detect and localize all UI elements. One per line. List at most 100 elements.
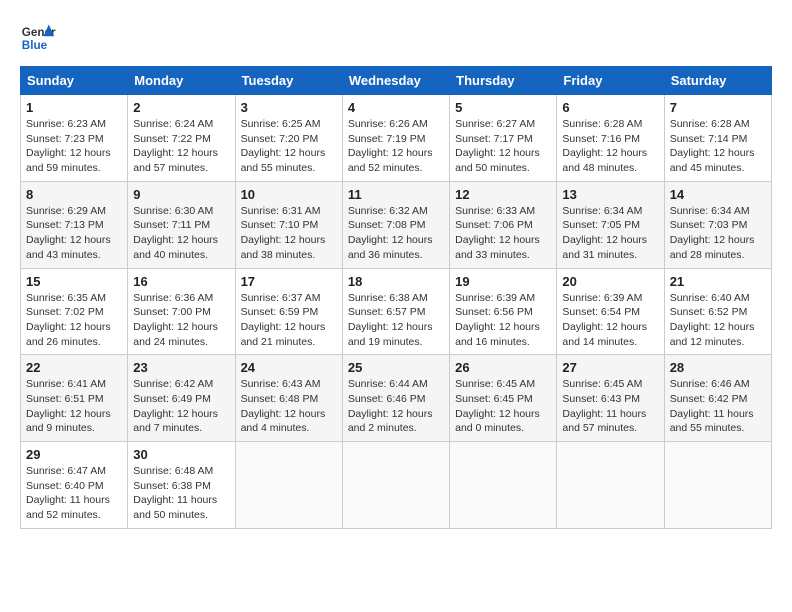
calendar-cell bbox=[664, 442, 771, 529]
day-info: Sunrise: 6:38 AM Sunset: 6:57 PM Dayligh… bbox=[348, 291, 444, 350]
day-number: 7 bbox=[670, 100, 766, 115]
day-info: Sunrise: 6:23 AM Sunset: 7:23 PM Dayligh… bbox=[26, 117, 122, 176]
logo-icon: General Blue bbox=[20, 20, 56, 56]
day-info: Sunrise: 6:34 AM Sunset: 7:03 PM Dayligh… bbox=[670, 204, 766, 263]
day-info: Sunrise: 6:28 AM Sunset: 7:16 PM Dayligh… bbox=[562, 117, 658, 176]
day-info: Sunrise: 6:46 AM Sunset: 6:42 PM Dayligh… bbox=[670, 377, 766, 436]
calendar-cell: 7 Sunrise: 6:28 AM Sunset: 7:14 PM Daylig… bbox=[664, 95, 771, 182]
day-info: Sunrise: 6:34 AM Sunset: 7:05 PM Dayligh… bbox=[562, 204, 658, 263]
day-number: 30 bbox=[133, 447, 229, 462]
calendar-week-row-5: 29 Sunrise: 6:47 AM Sunset: 6:40 PM Dayli… bbox=[21, 442, 772, 529]
calendar-cell: 24 Sunrise: 6:43 AM Sunset: 6:48 PM Dayli… bbox=[235, 355, 342, 442]
calendar-cell: 30 Sunrise: 6:48 AM Sunset: 6:38 PM Dayli… bbox=[128, 442, 235, 529]
day-info: Sunrise: 6:45 AM Sunset: 6:45 PM Dayligh… bbox=[455, 377, 551, 436]
calendar-cell: 9 Sunrise: 6:30 AM Sunset: 7:11 PM Daylig… bbox=[128, 181, 235, 268]
calendar-week-row-1: 1Sunrise: 6:23 AM Sunset: 7:23 PM Daylig… bbox=[21, 95, 772, 182]
day-number: 3 bbox=[241, 100, 337, 115]
calendar-cell: 22Sunrise: 6:41 AM Sunset: 6:51 PM Dayli… bbox=[21, 355, 128, 442]
day-number: 22 bbox=[26, 360, 122, 375]
calendar-cell: 27 Sunrise: 6:45 AM Sunset: 6:43 PM Dayli… bbox=[557, 355, 664, 442]
weekday-header-saturday: Saturday bbox=[664, 67, 771, 95]
day-info: Sunrise: 6:24 AM Sunset: 7:22 PM Dayligh… bbox=[133, 117, 229, 176]
day-info: Sunrise: 6:45 AM Sunset: 6:43 PM Dayligh… bbox=[562, 377, 658, 436]
calendar-cell: 2Sunrise: 6:24 AM Sunset: 7:22 PM Daylig… bbox=[128, 95, 235, 182]
calendar-cell: 25 Sunrise: 6:44 AM Sunset: 6:46 PM Dayli… bbox=[342, 355, 449, 442]
calendar-cell: 23 Sunrise: 6:42 AM Sunset: 6:49 PM Dayli… bbox=[128, 355, 235, 442]
weekday-header-wednesday: Wednesday bbox=[342, 67, 449, 95]
day-number: 10 bbox=[241, 187, 337, 202]
day-number: 23 bbox=[133, 360, 229, 375]
day-number: 14 bbox=[670, 187, 766, 202]
day-info: Sunrise: 6:44 AM Sunset: 6:46 PM Dayligh… bbox=[348, 377, 444, 436]
calendar-cell: 11 Sunrise: 6:32 AM Sunset: 7:08 PM Dayli… bbox=[342, 181, 449, 268]
day-number: 8 bbox=[26, 187, 122, 202]
day-info: Sunrise: 6:43 AM Sunset: 6:48 PM Dayligh… bbox=[241, 377, 337, 436]
day-number: 24 bbox=[241, 360, 337, 375]
calendar-cell: 13 Sunrise: 6:34 AM Sunset: 7:05 PM Dayli… bbox=[557, 181, 664, 268]
day-info: Sunrise: 6:47 AM Sunset: 6:40 PM Dayligh… bbox=[26, 464, 122, 523]
weekday-header-friday: Friday bbox=[557, 67, 664, 95]
weekday-header-monday: Monday bbox=[128, 67, 235, 95]
day-info: Sunrise: 6:37 AM Sunset: 6:59 PM Dayligh… bbox=[241, 291, 337, 350]
calendar-cell: 6 Sunrise: 6:28 AM Sunset: 7:16 PM Daylig… bbox=[557, 95, 664, 182]
calendar-cell bbox=[557, 442, 664, 529]
calendar-cell: 4 Sunrise: 6:26 AM Sunset: 7:19 PM Daylig… bbox=[342, 95, 449, 182]
calendar-cell: 5Sunrise: 6:27 AM Sunset: 7:17 PM Daylig… bbox=[450, 95, 557, 182]
weekday-header-thursday: Thursday bbox=[450, 67, 557, 95]
calendar-table: SundayMondayTuesdayWednesdayThursdayFrid… bbox=[20, 66, 772, 529]
logo: General Blue bbox=[20, 20, 56, 56]
day-number: 21 bbox=[670, 274, 766, 289]
day-info: Sunrise: 6:35 AM Sunset: 7:02 PM Dayligh… bbox=[26, 291, 122, 350]
day-number: 4 bbox=[348, 100, 444, 115]
calendar-cell bbox=[235, 442, 342, 529]
calendar-cell: 8 Sunrise: 6:29 AM Sunset: 7:13 PM Daylig… bbox=[21, 181, 128, 268]
weekday-header-tuesday: Tuesday bbox=[235, 67, 342, 95]
day-number: 19 bbox=[455, 274, 551, 289]
day-number: 28 bbox=[670, 360, 766, 375]
day-number: 27 bbox=[562, 360, 658, 375]
calendar-week-row-2: 8 Sunrise: 6:29 AM Sunset: 7:13 PM Daylig… bbox=[21, 181, 772, 268]
day-number: 5 bbox=[455, 100, 551, 115]
page-header: General Blue bbox=[20, 20, 772, 56]
day-number: 11 bbox=[348, 187, 444, 202]
day-info: Sunrise: 6:48 AM Sunset: 6:38 PM Dayligh… bbox=[133, 464, 229, 523]
day-info: Sunrise: 6:40 AM Sunset: 6:52 PM Dayligh… bbox=[670, 291, 766, 350]
calendar-cell bbox=[450, 442, 557, 529]
calendar-cell bbox=[342, 442, 449, 529]
calendar-cell: 19 Sunrise: 6:39 AM Sunset: 6:56 PM Dayli… bbox=[450, 268, 557, 355]
day-info: Sunrise: 6:31 AM Sunset: 7:10 PM Dayligh… bbox=[241, 204, 337, 263]
calendar-cell: 12 Sunrise: 6:33 AM Sunset: 7:06 PM Dayli… bbox=[450, 181, 557, 268]
day-info: Sunrise: 6:33 AM Sunset: 7:06 PM Dayligh… bbox=[455, 204, 551, 263]
day-info: Sunrise: 6:30 AM Sunset: 7:11 PM Dayligh… bbox=[133, 204, 229, 263]
calendar-cell: 20Sunrise: 6:39 AM Sunset: 6:54 PM Dayli… bbox=[557, 268, 664, 355]
calendar-cell: 21 Sunrise: 6:40 AM Sunset: 6:52 PM Dayli… bbox=[664, 268, 771, 355]
day-number: 9 bbox=[133, 187, 229, 202]
day-info: Sunrise: 6:29 AM Sunset: 7:13 PM Dayligh… bbox=[26, 204, 122, 263]
calendar-week-row-3: 15Sunrise: 6:35 AM Sunset: 7:02 PM Dayli… bbox=[21, 268, 772, 355]
day-info: Sunrise: 6:39 AM Sunset: 6:56 PM Dayligh… bbox=[455, 291, 551, 350]
day-number: 29 bbox=[26, 447, 122, 462]
day-info: Sunrise: 6:26 AM Sunset: 7:19 PM Dayligh… bbox=[348, 117, 444, 176]
calendar-cell: 14 Sunrise: 6:34 AM Sunset: 7:03 PM Dayli… bbox=[664, 181, 771, 268]
calendar-cell: 29 Sunrise: 6:47 AM Sunset: 6:40 PM Dayli… bbox=[21, 442, 128, 529]
day-info: Sunrise: 6:32 AM Sunset: 7:08 PM Dayligh… bbox=[348, 204, 444, 263]
calendar-cell: 15Sunrise: 6:35 AM Sunset: 7:02 PM Dayli… bbox=[21, 268, 128, 355]
day-info: Sunrise: 6:42 AM Sunset: 6:49 PM Dayligh… bbox=[133, 377, 229, 436]
day-number: 25 bbox=[348, 360, 444, 375]
day-number: 12 bbox=[455, 187, 551, 202]
day-info: Sunrise: 6:36 AM Sunset: 7:00 PM Dayligh… bbox=[133, 291, 229, 350]
calendar-cell: 26 Sunrise: 6:45 AM Sunset: 6:45 PM Dayli… bbox=[450, 355, 557, 442]
calendar-cell: 10 Sunrise: 6:31 AM Sunset: 7:10 PM Dayli… bbox=[235, 181, 342, 268]
calendar-week-row-4: 22Sunrise: 6:41 AM Sunset: 6:51 PM Dayli… bbox=[21, 355, 772, 442]
calendar-cell: 28 Sunrise: 6:46 AM Sunset: 6:42 PM Dayli… bbox=[664, 355, 771, 442]
day-number: 16 bbox=[133, 274, 229, 289]
day-number: 20 bbox=[562, 274, 658, 289]
calendar-cell: 16 Sunrise: 6:36 AM Sunset: 7:00 PM Dayli… bbox=[128, 268, 235, 355]
calendar-cell: 17Sunrise: 6:37 AM Sunset: 6:59 PM Dayli… bbox=[235, 268, 342, 355]
day-number: 26 bbox=[455, 360, 551, 375]
day-number: 18 bbox=[348, 274, 444, 289]
calendar-cell: 1Sunrise: 6:23 AM Sunset: 7:23 PM Daylig… bbox=[21, 95, 128, 182]
day-info: Sunrise: 6:28 AM Sunset: 7:14 PM Dayligh… bbox=[670, 117, 766, 176]
day-number: 6 bbox=[562, 100, 658, 115]
day-number: 13 bbox=[562, 187, 658, 202]
